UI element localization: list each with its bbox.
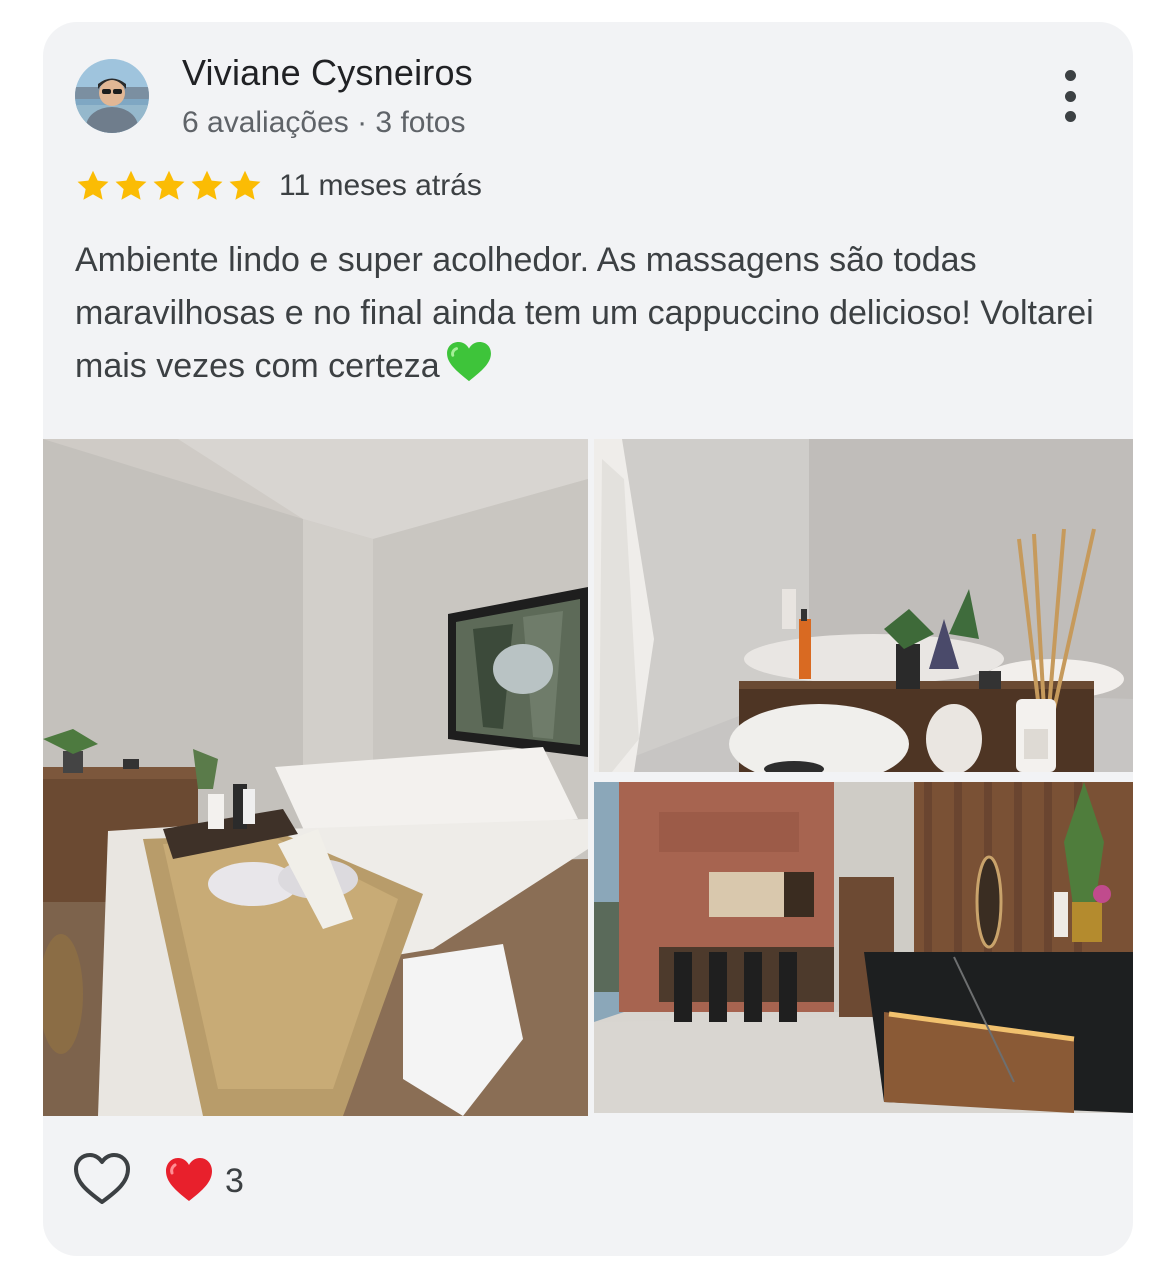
more-options-icon[interactable] [1048,70,1092,122]
reception-detail-photo[interactable] [594,439,1133,772]
star-icon [229,170,261,200]
star-icon [115,170,147,200]
red-heart-icon [165,1157,213,1203]
like-heart-outline-icon[interactable] [73,1152,131,1206]
author-avatar[interactable] [75,59,149,133]
review-card: Viviane Cysneiros 6 avaliações · 3 fotos… [43,22,1133,1256]
star-rating [75,168,263,204]
author-name[interactable]: Viviane Cysneiros [182,52,473,94]
star-icon [191,170,223,200]
star-icon [77,170,109,200]
review-time: 11 meses atrás [279,169,482,202]
menu-dot [1064,90,1076,102]
lobby-photo[interactable] [594,782,1133,1113]
review-text-body: Ambiente lindo e super acolhedor. As mas… [75,241,1094,385]
massage-room-photo[interactable] [43,439,588,1116]
reaction-count: 3 [225,1162,244,1200]
menu-dot [1064,70,1076,81]
author-stats: 6 avaliações · 3 fotos [182,106,466,139]
star-icon [153,170,185,200]
review-text: Ambiente lindo e super acolhedor. As mas… [75,234,1105,399]
green-heart-icon [446,341,492,399]
menu-dot [1064,111,1076,122]
